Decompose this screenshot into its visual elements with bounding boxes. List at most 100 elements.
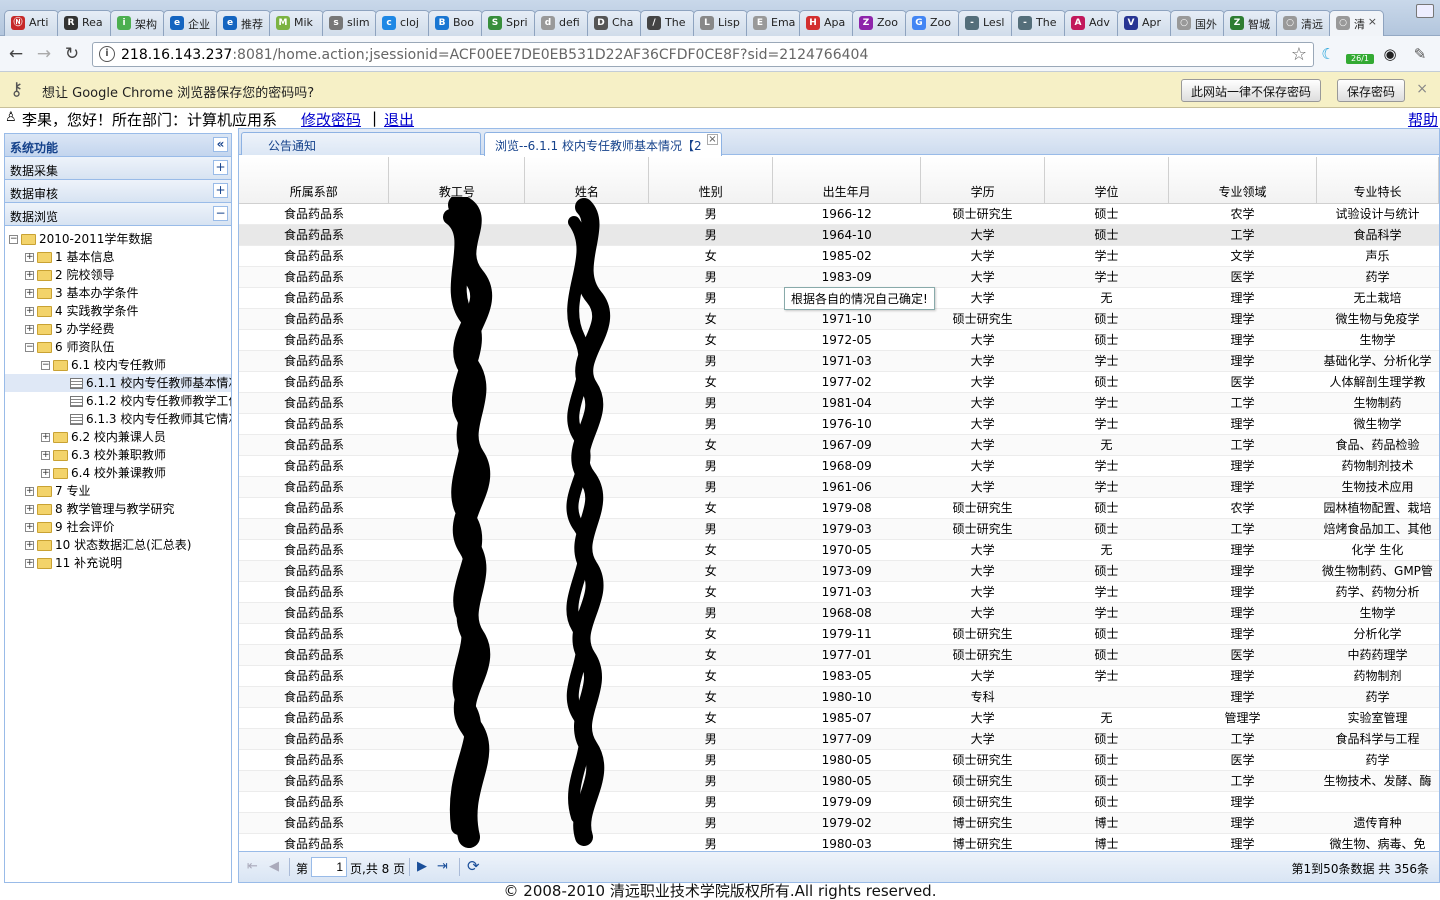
tree-node[interactable]: +6.3 校外兼职教师 xyxy=(5,446,231,464)
browser-tab[interactable]: d defi xyxy=(534,10,589,36)
column-header[interactable]: 出生年月 xyxy=(772,157,922,204)
tree-node[interactable]: +3 基本办学条件 xyxy=(5,284,231,302)
browser-tab[interactable]: ○ 国外 xyxy=(1170,10,1225,36)
tree-node[interactable]: − 6.1 校内专任教师 xyxy=(5,356,231,374)
reload-icon[interactable]: ↻ xyxy=(62,44,82,64)
tree-node[interactable]: +4 实践教学条件 xyxy=(5,302,231,320)
column-header[interactable]: 学位 xyxy=(1044,157,1169,204)
tree-expand-icon[interactable]: + xyxy=(25,541,34,550)
browser-tab[interactable]: / The xyxy=(640,10,695,36)
table-row[interactable]: 食品药品系 男 1980-05 硕士研究生 硕士 医学 药学 xyxy=(239,749,1439,771)
browser-tab[interactable]: - Lesl xyxy=(958,10,1013,36)
logout-link[interactable]: 退出 xyxy=(384,109,414,130)
close-icon[interactable]: × xyxy=(1416,81,1428,97)
forward-icon[interactable]: → xyxy=(34,44,54,64)
accordion-data-review[interactable]: 数据审核 + xyxy=(5,180,231,203)
column-header[interactable]: 学历 xyxy=(920,157,1046,204)
browser-tab[interactable]: c cloj xyxy=(375,10,430,36)
table-row[interactable]: 食品药品系 男 1980-05 硕士研究生 硕士 工学 生物技术、发酵、酶 xyxy=(239,770,1439,792)
browser-tab[interactable]: e 推荐 xyxy=(216,10,271,36)
url-text[interactable]: 218.16.143.237:8081/home.action;jsession… xyxy=(121,47,868,63)
browser-tab[interactable]: L Lisp xyxy=(693,10,748,36)
tree-expand-icon[interactable]: + xyxy=(25,487,34,496)
refresh-icon[interactable]: ⟳ xyxy=(467,857,480,875)
tree-collapse-icon[interactable]: − xyxy=(25,343,34,352)
browser-tab[interactable]: Ⓝ Arti xyxy=(4,10,59,36)
browser-tab[interactable]: M Mik xyxy=(269,10,324,36)
tree-node[interactable]: − 2010-2011学年数据 xyxy=(5,230,231,248)
browser-tab[interactable]: S Spri xyxy=(481,10,536,36)
tree-node[interactable]: 6.1.3 校内专任教师其它情况 xyxy=(5,410,231,428)
browser-tab[interactable]: e 企业 xyxy=(163,10,218,36)
browser-tab[interactable]: R Rea xyxy=(57,10,112,36)
table-row[interactable]: 食品药品系 男 1977-09 大学 硕士 工学 食品科学与工程 xyxy=(239,728,1439,750)
tree-node[interactable]: +7 专业 xyxy=(5,482,231,500)
table-row[interactable]: 食品药品系 女 1971-03 大学 学士 理学 药学、药物分析 xyxy=(239,581,1439,603)
tree-expand-icon[interactable]: + xyxy=(41,469,50,478)
never-save-button[interactable]: 此网站一律不保存密码 xyxy=(1181,79,1322,102)
tree-expand-icon[interactable]: + xyxy=(25,253,34,262)
next-page-icon[interactable]: ▶ xyxy=(417,859,427,874)
table-row[interactable]: 食品药品系 男 1964-10 大学 硕士 工学 食品科学 xyxy=(239,224,1439,246)
browser-tab[interactable]: G Zoo xyxy=(905,10,960,36)
column-header[interactable]: 专业特长 xyxy=(1316,157,1439,204)
table-row[interactable]: 食品药品系 男 1968-08 大学 学士 理学 生物学 xyxy=(239,602,1439,624)
close-tab-icon[interactable]: × xyxy=(707,134,718,145)
address-bar[interactable]: i 218.16.143.237:8081/home.action;jsessi… xyxy=(92,42,1314,67)
close-tab-icon[interactable]: × xyxy=(1368,15,1377,28)
table-row[interactable]: 食品药品系 女 1971-10 硕士研究生 硕士 理学 微生物与免疫学 xyxy=(239,308,1439,330)
table-row[interactable]: 食品药品系 男 1961-06 大学 学士 理学 生物技术应用 xyxy=(239,476,1439,498)
tree-node[interactable]: +6.4 校外兼课教师 xyxy=(5,464,231,482)
table-row[interactable]: 食品药品系 男 1971-03 大学 学士 理学 基础化学、分析化学 xyxy=(239,350,1439,372)
help-link[interactable]: 帮助 xyxy=(1408,109,1438,130)
table-row[interactable]: 食品药品系 女 1979-11 硕士研究生 硕士 理学 分析化学 xyxy=(239,623,1439,645)
table-row[interactable]: 食品药品系 男 1980-03 博士研究生 博士 理学 微生物、病毒、免 xyxy=(239,833,1439,850)
column-header[interactable]: 姓名 xyxy=(524,157,650,204)
browser-tab[interactable]: ○ 清远 xyxy=(1276,10,1331,36)
browser-tab[interactable]: V Apr xyxy=(1117,10,1172,36)
collapse-icon[interactable]: « xyxy=(213,137,228,152)
tab-announcements[interactable]: 公告通知 xyxy=(241,132,481,155)
last-page-icon[interactable]: ⇥ xyxy=(437,859,448,874)
change-password-link[interactable]: 修改密码 xyxy=(301,109,361,130)
tree-expand-icon[interactable]: + xyxy=(25,559,34,568)
table-row[interactable]: 食品药品系 男 1976-10 大学 学士 理学 微生物学 xyxy=(239,413,1439,435)
table-row[interactable]: 食品药品系 男 1979-02 博士研究生 博士 理学 遗传育种 xyxy=(239,812,1439,834)
accordion-data-collection[interactable]: 数据采集 + xyxy=(5,157,231,180)
extension-dark-icon[interactable]: ◉ xyxy=(1380,44,1400,64)
table-row[interactable]: 食品药品系 女 1972-05 大学 硕士 理学 生物学 xyxy=(239,329,1439,351)
browser-tab[interactable]: H Apa xyxy=(799,10,854,36)
browser-tab[interactable]: Z Zoo xyxy=(852,10,907,36)
collapse-icon[interactable]: − xyxy=(213,206,228,221)
first-page-icon[interactable]: ⇤ xyxy=(247,859,258,874)
table-row[interactable]: 食品药品系 女 1970-05 大学无理学 化学 生化 xyxy=(239,539,1439,561)
table-row[interactable]: 食品药品系 男 1966-12 硕士研究生 硕士 农学 试验设计与统计 xyxy=(239,203,1439,225)
tab-browse-teachers[interactable]: 浏览--6.1.1 校内专任教师基本情况【2 × xyxy=(484,132,722,156)
table-row[interactable]: 食品药品系 女 1985-02 大学 学士 文学 声乐 xyxy=(239,245,1439,267)
tree-node[interactable]: 6.1.1 校内专任教师基本情况 xyxy=(5,374,231,392)
tree-node[interactable]: +1 基本信息 xyxy=(5,248,231,266)
tree-node[interactable]: − 6 师资队伍 xyxy=(5,338,231,356)
table-row[interactable]: 食品药品系 女 1977-02 大学 硕士 医学 人体解剖生理学教 xyxy=(239,371,1439,393)
tree-expand-icon[interactable]: + xyxy=(25,505,34,514)
tree-node[interactable]: +6.2 校内兼课人员 xyxy=(5,428,231,446)
extension-badge-icon[interactable]: 26/1 xyxy=(1346,44,1374,64)
table-row[interactable]: 食品药品系 女 1977-01 硕士研究生 硕士 医学 中药药理学 xyxy=(239,644,1439,666)
table-row[interactable]: 食品药品系 女 1979-08 硕士研究生 硕士 农学 园林植物配置、栽培 xyxy=(239,497,1439,519)
accordion-system-functions[interactable]: 系统功能 « xyxy=(5,134,231,157)
prev-page-icon[interactable]: ◀ xyxy=(269,859,279,874)
bookmark-star-icon[interactable]: ☆ xyxy=(1291,44,1307,65)
tree-collapse-icon[interactable]: − xyxy=(9,235,18,244)
browser-tab[interactable]: ○ 清 × xyxy=(1329,10,1384,36)
page-number-input[interactable] xyxy=(311,857,347,877)
back-icon[interactable]: ← xyxy=(6,44,26,64)
browser-tab[interactable]: D Cha xyxy=(587,10,642,36)
tree-expand-icon[interactable]: + xyxy=(25,523,34,532)
table-row[interactable]: 食品药品系 男 1981-04 大学 学士 工学 生物制药 xyxy=(239,392,1439,414)
table-row[interactable]: 食品药品系 女 1973-09 大学 硕士 理学 微生物制药、GMP管 xyxy=(239,560,1439,582)
tree-expand-icon[interactable]: + xyxy=(25,307,34,316)
browser-tab[interactable]: s slim xyxy=(322,10,377,36)
tree-node[interactable]: +10 状态数据汇总(汇总表) xyxy=(5,536,231,554)
column-header[interactable]: 性别 xyxy=(648,157,774,204)
table-row[interactable]: 食品药品系 女 1983-05 大学 学士 理学 药物制剂 xyxy=(239,665,1439,687)
